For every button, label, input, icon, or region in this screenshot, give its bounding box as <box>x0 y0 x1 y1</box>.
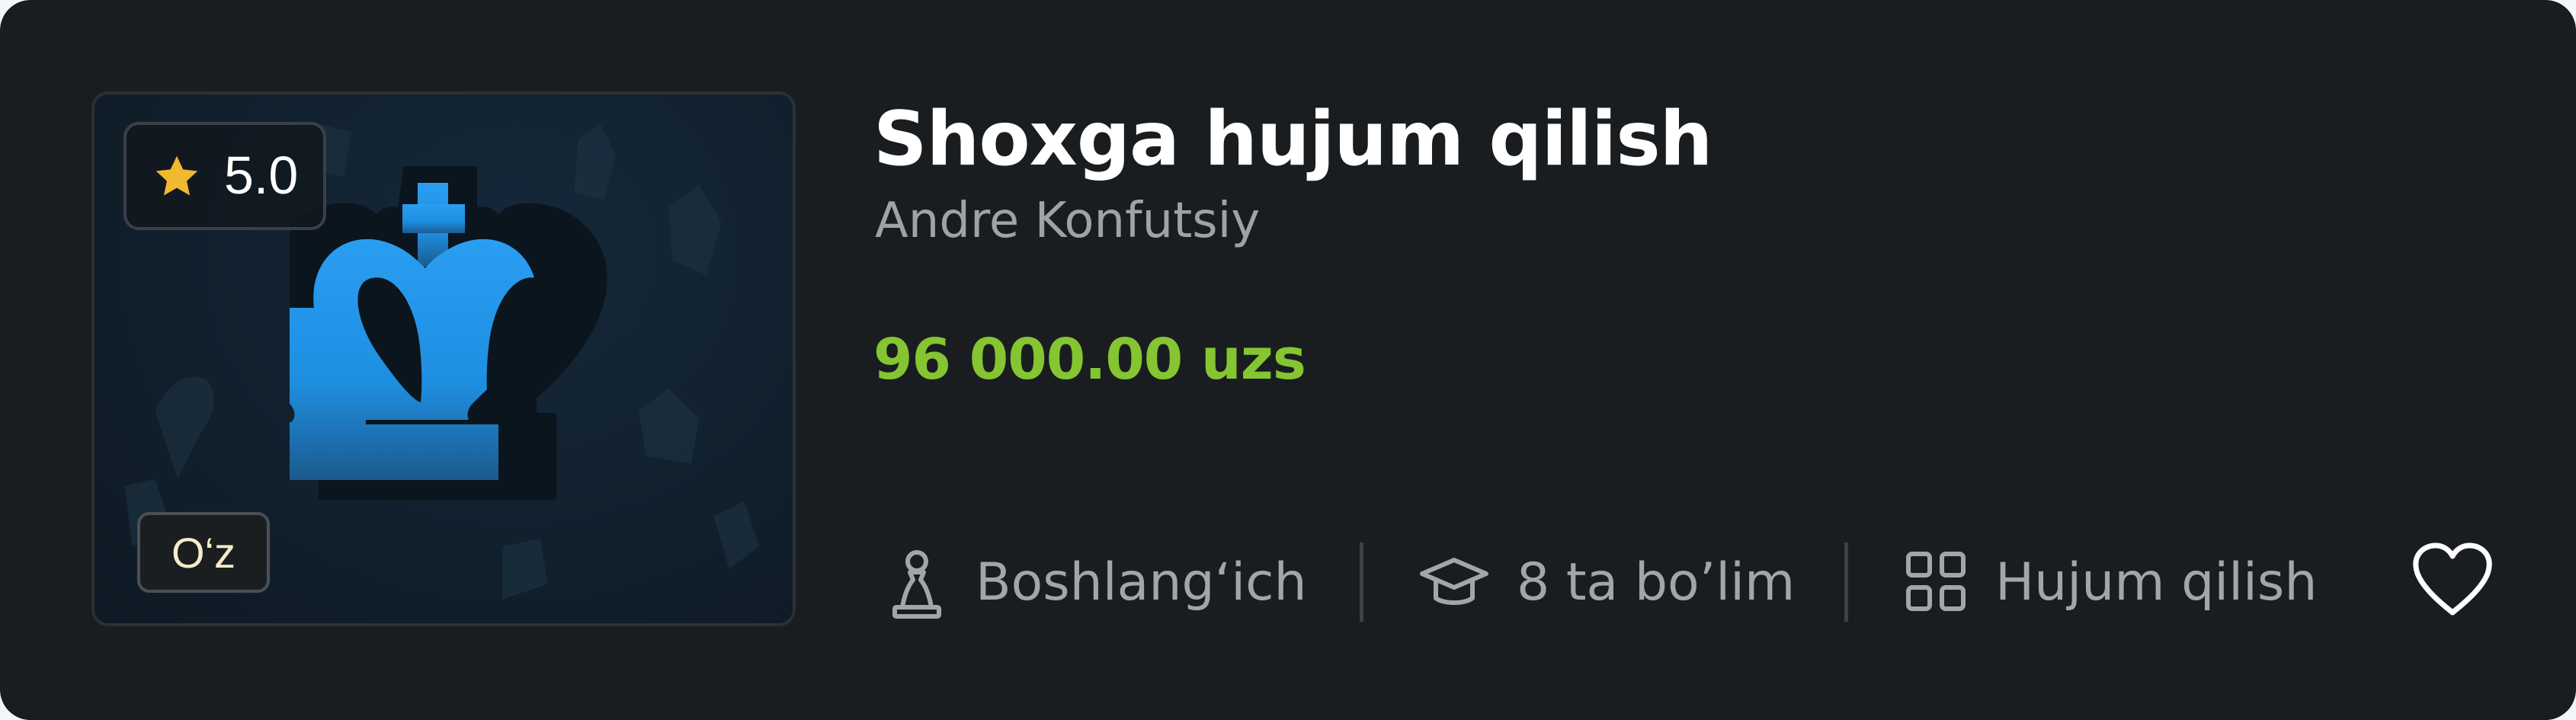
sections-label: 8 ta bo’lim <box>1517 552 1796 613</box>
course-author[interactable]: Andre Konfutsiy <box>875 189 1260 253</box>
chess-king-icon <box>290 166 607 500</box>
divider <box>1360 542 1363 622</box>
heart-icon[interactable] <box>2411 542 2494 619</box>
graduation-cap-icon <box>1420 558 1488 605</box>
language-badge: O‘z <box>137 512 270 593</box>
category-label: Hujum qilish <box>1995 552 2318 613</box>
level-label: Boshlang‘ich <box>976 552 1307 613</box>
rating-value: 5.0 <box>224 146 299 205</box>
course-card[interactable]: 5.0 O‘z Shoxga hujum qilish Andre Konfut… <box>0 0 2576 720</box>
star-icon <box>155 155 198 196</box>
course-title[interactable]: Shoxga hujum qilish <box>873 90 1713 189</box>
grid-icon <box>1906 552 1966 611</box>
level-info: Boshlang‘ich <box>884 542 1307 623</box>
course-price: 96 000.00 uzs <box>873 327 1306 392</box>
sections-info: 8 ta bo’lim <box>1418 542 1795 623</box>
chess-pawn-icon <box>892 550 941 619</box>
rating-badge: 5.0 <box>123 122 326 230</box>
category-info: Hujum qilish <box>1904 542 2317 623</box>
language-label: O‘z <box>171 528 235 577</box>
divider <box>1844 542 1848 622</box>
